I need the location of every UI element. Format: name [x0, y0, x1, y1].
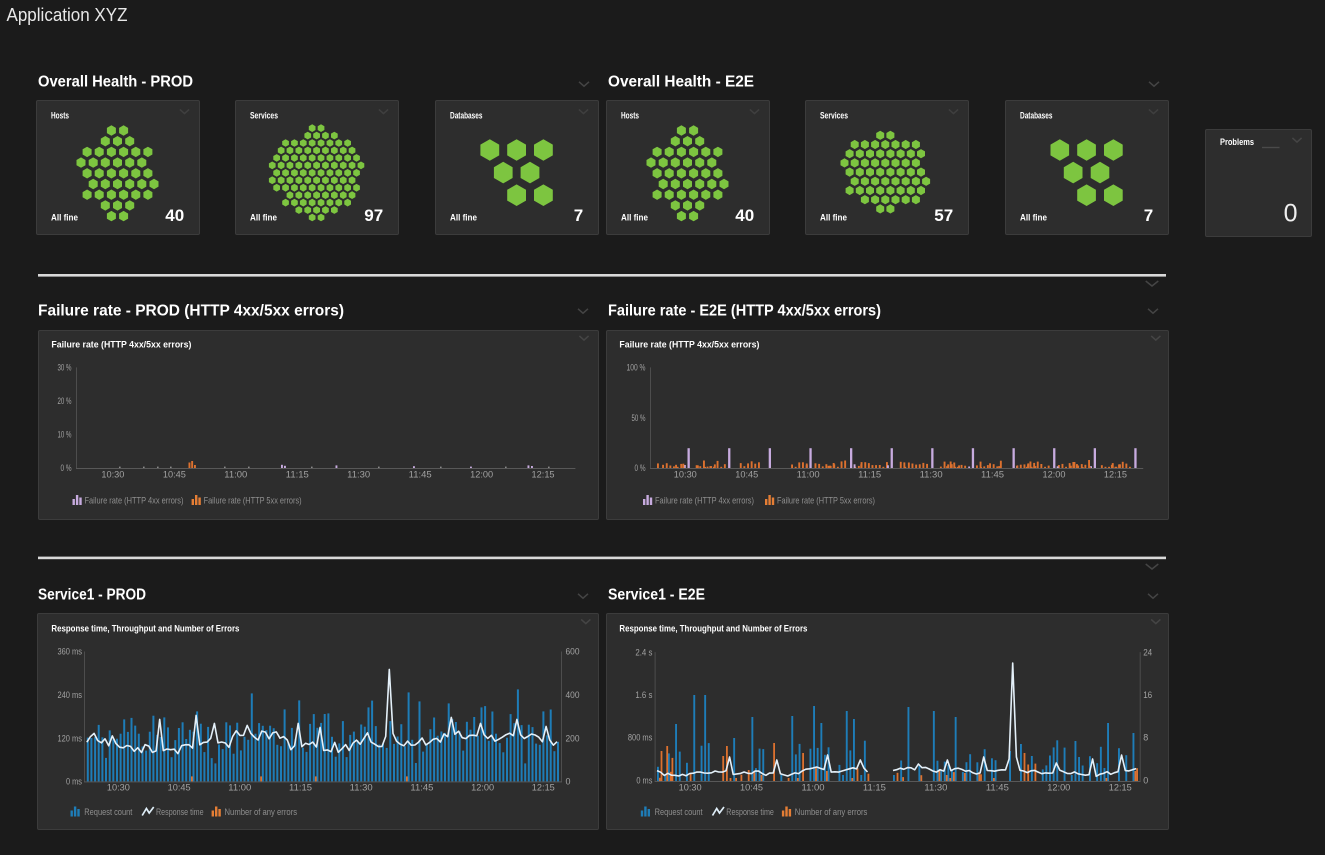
svg-text:12:00: 12:00: [470, 469, 493, 479]
svg-text:Failure rate (HTTP 4xx errors): Failure rate (HTTP 4xx errors): [85, 496, 184, 507]
svg-text:All fine: All fine: [450, 213, 477, 224]
svg-text:12:00: 12:00: [1047, 783, 1070, 793]
svg-text:10 %: 10 %: [58, 430, 72, 440]
svg-text:97: 97: [364, 206, 383, 225]
svg-text:Response time: Response time: [726, 807, 774, 818]
svg-text:360 ms: 360 ms: [58, 647, 83, 657]
svg-text:Number of any errors: Number of any errors: [225, 807, 298, 818]
svg-text:0: 0: [1143, 775, 1148, 785]
svg-text:0: 0: [566, 777, 571, 787]
svg-text:11:30: 11:30: [920, 469, 943, 479]
svg-text:12:15: 12:15: [1109, 783, 1132, 793]
svg-text:Hosts: Hosts: [621, 110, 639, 121]
svg-text:11:30: 11:30: [924, 783, 947, 793]
svg-text:10:45: 10:45: [168, 783, 191, 793]
svg-text:Application XYZ: Application XYZ: [7, 5, 128, 25]
svg-text:12:15: 12:15: [532, 469, 555, 479]
svg-text:30 %: 30 %: [58, 363, 72, 373]
svg-text:1.6 s: 1.6 s: [635, 690, 652, 700]
svg-text:Overall Health - E2E: Overall Health - E2E: [608, 74, 754, 91]
svg-text:All fine: All fine: [1020, 213, 1047, 224]
svg-text:11:15: 11:15: [858, 469, 881, 479]
svg-text:10:30: 10:30: [679, 783, 702, 793]
svg-text:Failure rate - PROD (HTTP 4xx/: Failure rate - PROD (HTTP 4xx/5xx errors…: [38, 303, 344, 320]
svg-text:11:45: 11:45: [410, 783, 433, 793]
svg-text:Services: Services: [820, 110, 848, 121]
svg-text:11:45: 11:45: [409, 469, 432, 479]
svg-text:600: 600: [566, 647, 580, 657]
svg-text:7: 7: [1144, 206, 1153, 225]
svg-text:57: 57: [934, 206, 953, 225]
svg-text:Databases: Databases: [450, 110, 483, 121]
svg-text:Service1 - E2E: Service1 - E2E: [608, 586, 705, 603]
svg-text:Overall Health - PROD: Overall Health - PROD: [38, 74, 193, 91]
svg-text:10:30: 10:30: [101, 469, 124, 479]
svg-text:Request count: Request count: [655, 807, 703, 818]
svg-text:40: 40: [735, 206, 754, 225]
svg-text:11:45: 11:45: [981, 469, 1004, 479]
svg-text:11:15: 11:15: [863, 783, 886, 793]
svg-text:Response time, Throughput and: Response time, Throughput and Number of …: [619, 624, 807, 635]
svg-text:12:00: 12:00: [1043, 469, 1066, 479]
svg-text:40: 40: [165, 206, 184, 225]
svg-text:All fine: All fine: [820, 213, 847, 224]
svg-text:11:30: 11:30: [347, 469, 370, 479]
svg-text:Failure rate (HTTP 5xx errors): Failure rate (HTTP 5xx errors): [777, 496, 875, 507]
svg-text:11:00: 11:00: [224, 469, 247, 479]
svg-text:200: 200: [566, 733, 580, 743]
svg-text:Problems: Problems: [1220, 137, 1254, 148]
svg-text:400: 400: [566, 690, 580, 700]
svg-text:20 %: 20 %: [58, 396, 72, 406]
svg-text:0 ms: 0 ms: [66, 777, 82, 787]
svg-text:100 %: 100 %: [627, 363, 646, 373]
svg-text:11:00: 11:00: [802, 783, 825, 793]
svg-text:Service1 - PROD: Service1 - PROD: [38, 586, 146, 603]
svg-text:16: 16: [1143, 690, 1152, 700]
svg-text:12:15: 12:15: [1104, 469, 1127, 479]
svg-text:Services: Services: [250, 110, 278, 121]
svg-text:Response time, Throughput and: Response time, Throughput and Number of …: [51, 624, 239, 635]
svg-text:11:15: 11:15: [289, 783, 312, 793]
svg-text:0 %: 0 %: [61, 463, 72, 473]
svg-text:120 ms: 120 ms: [58, 733, 83, 743]
svg-text:Failure rate - E2E (HTTP 4xx/5: Failure rate - E2E (HTTP 4xx/5xx errors): [608, 303, 881, 320]
svg-text:Failure rate (HTTP 5xx errors): Failure rate (HTTP 5xx errors): [204, 496, 302, 507]
svg-text:240 ms: 240 ms: [58, 690, 83, 700]
svg-text:11:45: 11:45: [986, 783, 1009, 793]
svg-text:Failure rate (HTTP 4xx errors): Failure rate (HTTP 4xx errors): [655, 496, 754, 507]
svg-text:10:30: 10:30: [107, 783, 130, 793]
svg-text:10:45: 10:45: [735, 469, 758, 479]
svg-text:All fine: All fine: [250, 213, 277, 224]
svg-text:11:00: 11:00: [797, 469, 820, 479]
svg-text:Failure rate (HTTP 4xx/5xx err: Failure rate (HTTP 4xx/5xx errors): [619, 340, 759, 351]
svg-text:12:15: 12:15: [532, 783, 555, 793]
svg-text:10:45: 10:45: [163, 469, 186, 479]
svg-text:24: 24: [1143, 647, 1152, 657]
svg-text:0 %: 0 %: [635, 463, 646, 473]
svg-text:Request count: Request count: [84, 807, 132, 818]
svg-text:800 ms: 800 ms: [628, 733, 653, 743]
svg-text:0: 0: [1284, 200, 1298, 228]
svg-text:All fine: All fine: [51, 213, 78, 224]
svg-text:11:30: 11:30: [350, 783, 373, 793]
svg-text:Response time: Response time: [156, 807, 204, 818]
svg-text:7: 7: [574, 206, 583, 225]
svg-text:11:00: 11:00: [228, 783, 251, 793]
svg-text:10:30: 10:30: [674, 469, 697, 479]
svg-text:Number of any errors: Number of any errors: [795, 807, 868, 818]
svg-text:Databases: Databases: [1020, 110, 1053, 121]
svg-text:0 ms: 0 ms: [636, 775, 652, 785]
svg-text:Failure rate (HTTP 4xx/5xx err: Failure rate (HTTP 4xx/5xx errors): [51, 340, 191, 351]
svg-text:Hosts: Hosts: [51, 110, 69, 121]
svg-text:50 %: 50 %: [632, 413, 646, 423]
svg-text:10:45: 10:45: [740, 783, 763, 793]
svg-text:All fine: All fine: [621, 213, 648, 224]
svg-text:12:00: 12:00: [471, 783, 494, 793]
svg-text:2.4 s: 2.4 s: [635, 647, 652, 657]
svg-text:8: 8: [1143, 733, 1148, 743]
svg-text:11:15: 11:15: [286, 469, 309, 479]
